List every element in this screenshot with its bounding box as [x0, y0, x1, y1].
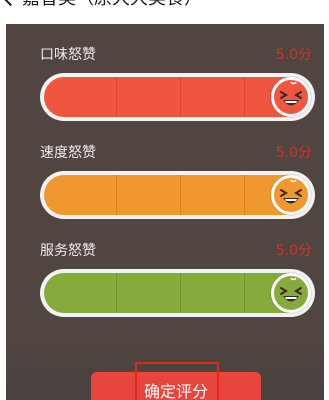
- slider-tick: [116, 273, 117, 313]
- laughing-face-icon[interactable]: [271, 273, 311, 313]
- chevron-left-icon[interactable]: [0, 0, 22, 7]
- highlight-annotation: [135, 362, 219, 400]
- rating-score-speed: 5.0分: [275, 145, 312, 161]
- rating-slider-speed[interactable]: [40, 171, 315, 219]
- store-name: 嘉香美（原大大美食）: [22, 0, 202, 11]
- slider-tick: [180, 273, 181, 313]
- rating-page: 嘉香美（原大大美食） 口味怒赞 5.0分 速度怒赞 5.0分: [0, 0, 329, 400]
- slider-tick: [180, 77, 181, 117]
- rating-panel: 口味怒赞 5.0分 速度怒赞 5.0分 服务怒赞 5.0分: [6, 24, 324, 400]
- rating-row-service: 服务怒赞 5.0分: [6, 220, 324, 320]
- laughing-face-icon[interactable]: [271, 77, 311, 117]
- rating-slider-service[interactable]: [40, 269, 315, 317]
- slider-tick: [116, 175, 117, 215]
- rating-slider-taste[interactable]: [40, 73, 315, 121]
- slider-tick: [244, 273, 245, 313]
- rating-score-service: 5.0分: [275, 243, 312, 259]
- laughing-face-icon[interactable]: [271, 175, 311, 215]
- rating-score-taste: 5.0分: [275, 47, 312, 63]
- slider-tick: [116, 77, 117, 117]
- rating-row-taste: 口味怒赞 5.0分: [6, 24, 324, 124]
- slider-tick: [244, 77, 245, 117]
- slider-tick: [180, 175, 181, 215]
- rating-label-taste: 口味怒赞: [40, 47, 96, 63]
- rating-label-speed: 速度怒赞: [40, 145, 96, 161]
- slider-tick: [244, 175, 245, 215]
- rating-row-speed: 速度怒赞 5.0分: [6, 122, 324, 222]
- top-bar: 嘉香美（原大大美食）: [0, 0, 329, 24]
- rating-label-service: 服务怒赞: [40, 243, 96, 259]
